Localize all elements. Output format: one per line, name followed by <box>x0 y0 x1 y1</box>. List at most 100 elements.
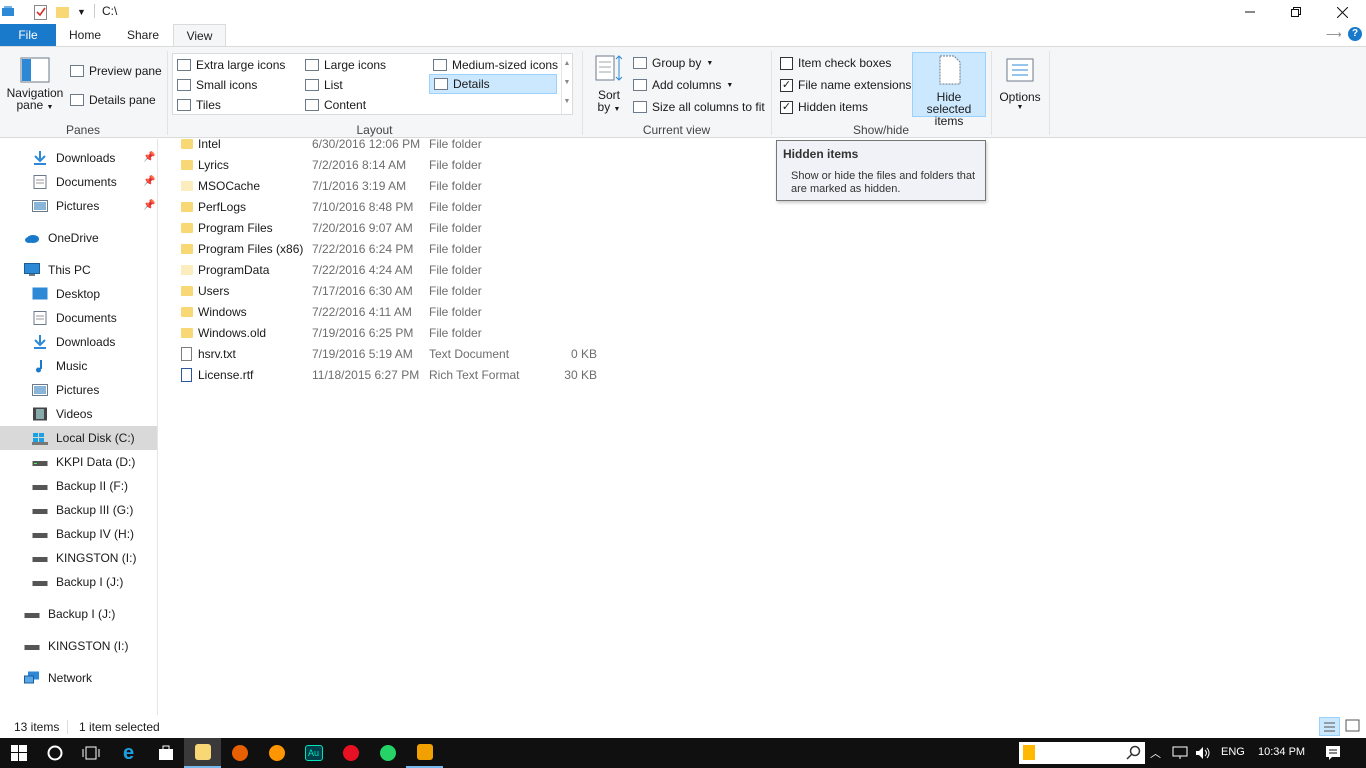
taskbar-media-player[interactable] <box>406 738 443 768</box>
customize-toolbar-icon[interactable]: ▼ <box>77 4 87 20</box>
search-input[interactable] <box>1019 742 1145 764</box>
file-row[interactable]: Program Files 7/20/2016 9:07 AM File folde… <box>176 218 606 239</box>
layout-tiles[interactable]: Tiles <box>177 98 221 112</box>
taskbar-edge[interactable]: e <box>110 738 147 768</box>
pin-icon[interactable]: 📌 <box>143 200 155 211</box>
minimize-button[interactable] <box>1227 0 1273 24</box>
nav-item-desktop[interactable]: Desktop <box>32 283 100 305</box>
nav-item-videos[interactable]: Videos <box>32 403 92 425</box>
options-button[interactable]: Options ▼ <box>996 52 1044 117</box>
layout-scroll[interactable]: ▲ ▼ ▼ <box>561 54 572 114</box>
layout-medium-icons[interactable]: Medium-sized icons <box>433 58 558 72</box>
show-hidden-icons-icon[interactable]: ︿ <box>1150 745 1161 761</box>
nav-item-network[interactable]: Network <box>24 667 92 689</box>
layout-small-icons[interactable]: Small icons <box>177 78 257 92</box>
item-check-boxes-checkbox[interactable]: Item check boxes <box>780 56 891 70</box>
file-row[interactable]: Program Files (x86) 7/22/2016 6:24 PM File… <box>176 239 606 260</box>
nav-item-drive-i[interactable]: KINGSTON (I:) <box>32 547 136 569</box>
preview-pane-button[interactable]: Preview pane <box>70 64 162 78</box>
file-row[interactable]: Users 7/17/2016 6:30 AM File folder <box>176 281 606 302</box>
start-button[interactable] <box>0 738 37 768</box>
nav-item-downloads-quick[interactable]: Downloads <box>32 147 115 169</box>
search-icon <box>1126 745 1141 760</box>
volume-icon[interactable] <box>1195 746 1211 760</box>
hidden-items-checkbox[interactable]: ✓ Hidden items <box>780 100 868 114</box>
file-name-extensions-checkbox[interactable]: ✓ File name extensions <box>780 78 911 92</box>
network-status-icon[interactable] <box>1172 746 1190 760</box>
file-row[interactable]: Windows.old 7/19/2016 6:25 PM File folder <box>176 323 606 344</box>
taskbar-whatsapp[interactable] <box>369 738 406 768</box>
taskbar-store[interactable] <box>147 738 184 768</box>
file-row[interactable]: MSOCache 7/1/2016 3:19 AM File folder <box>176 176 606 197</box>
layout-content[interactable]: Content <box>305 98 366 112</box>
language-indicator[interactable]: ENG <box>1221 746 1245 758</box>
add-columns-button[interactable]: Add columns ▼ <box>633 78 733 92</box>
pin-icon[interactable]: 📌 <box>143 152 155 163</box>
layout-details[interactable]: Details <box>429 74 557 94</box>
file-row[interactable]: ProgramData 7/22/2016 4:24 AM File folder <box>176 260 606 281</box>
layout-large-icons[interactable]: Large icons <box>305 58 386 72</box>
file-row[interactable]: hsrv.txt 7/19/2016 5:19 AM Text Document 0 … <box>176 344 606 365</box>
nav-item-documents-quick[interactable]: Documents <box>32 171 117 193</box>
nav-item-label: Backup I (J:) <box>56 575 124 589</box>
taskbar-firefox-dev[interactable] <box>258 738 295 768</box>
nav-item-this-pc[interactable]: This PC <box>24 259 91 281</box>
nav-item-label: KKPI Data (D:) <box>56 455 136 469</box>
details-pane-button[interactable]: Details pane <box>70 93 156 107</box>
nav-item-backup-j[interactable]: Backup I (J:) <box>24 603 115 625</box>
new-folder-icon[interactable] <box>56 4 70 20</box>
nav-item-local-disk-c[interactable]: Local Disk (C:) <box>32 427 135 449</box>
close-button[interactable] <box>1319 0 1365 24</box>
size-all-columns-button[interactable]: Size all columns to fit <box>633 100 765 114</box>
taskbar-firefox[interactable] <box>221 738 258 768</box>
tab-file[interactable]: File <box>0 24 56 46</box>
pin-ribbon-icon[interactable]: ⟶ <box>1326 28 1342 41</box>
windows-drive-icon <box>32 433 48 445</box>
large-icons-view-toggle[interactable] <box>1343 717 1364 736</box>
sort-by-button[interactable]: Sort by ▼ <box>592 53 626 117</box>
nav-item-kingston-i[interactable]: KINGSTON (I:) <box>24 635 128 657</box>
properties-icon[interactable] <box>34 4 48 20</box>
cortana-button[interactable] <box>36 738 73 768</box>
taskbar-file-explorer[interactable] <box>184 738 221 768</box>
layout-list[interactable]: List <box>305 78 343 92</box>
task-view-button[interactable] <box>72 738 109 768</box>
layout-extra-large-icons[interactable]: Extra large icons <box>177 58 285 72</box>
tab-home[interactable]: Home <box>60 24 110 46</box>
restore-button[interactable] <box>1273 0 1319 24</box>
taskbar-app[interactable] <box>332 738 369 768</box>
file-row[interactable]: PerfLogs 7/10/2016 8:48 PM File folder <box>176 197 606 218</box>
tab-view[interactable]: View <box>173 24 226 47</box>
pin-icon[interactable]: 📌 <box>143 176 155 187</box>
clock[interactable]: 10:34 PM <box>1258 746 1305 758</box>
nav-item-documents[interactable]: Documents <box>32 307 117 329</box>
nav-item-downloads[interactable]: Downloads <box>32 331 115 353</box>
file-row[interactable]: Lyrics 7/2/2016 8:14 AM File folder <box>176 155 606 176</box>
nav-item-onedrive[interactable]: OneDrive <box>24 227 99 249</box>
action-center-icon[interactable] <box>1325 745 1341 761</box>
group-by-button[interactable]: Group by ▼ <box>633 56 713 70</box>
word-document-icon <box>181 368 192 382</box>
details-view-toggle[interactable] <box>1319 717 1340 736</box>
drive-icon <box>32 485 48 490</box>
nav-item-label: Music <box>56 359 88 373</box>
nav-item-drive-h[interactable]: Backup IV (H:) <box>32 523 134 545</box>
nav-item-drive-f[interactable]: Backup II (F:) <box>32 475 128 497</box>
navigation-pane-button[interactable]: Navigation pane ▼ <box>6 51 64 119</box>
taskbar-audition[interactable]: Au <box>295 738 332 768</box>
hide-selected-items-button[interactable]: Hide selected items <box>912 52 986 127</box>
file-row[interactable]: Intel 6/30/2016 12:06 PM File folder <box>176 134 606 155</box>
nav-item-music[interactable]: Music <box>32 355 87 377</box>
nav-item-pictures-quick[interactable]: Pictures <box>32 195 99 217</box>
file-row[interactable]: License.rtf 11/18/2015 6:27 PM Rich Text F… <box>176 365 606 386</box>
navigation-pane: Downloads 📌 Documents 📌 Pictures 📌 OneDr… <box>0 139 158 715</box>
nav-item-drive-d[interactable]: KKPI Data (D:) <box>32 451 135 473</box>
file-row[interactable]: Windows 7/22/2016 4:11 AM File folder <box>176 302 606 323</box>
tab-share[interactable]: Share <box>118 24 168 46</box>
nav-item-pictures[interactable]: Pictures <box>32 379 99 401</box>
help-icon[interactable]: ? <box>1348 27 1362 41</box>
layout-option-label: Tiles <box>196 98 221 112</box>
nav-item-drive-g[interactable]: Backup III (G:) <box>32 499 133 521</box>
nav-item-drive-j[interactable]: Backup I (J:) <box>32 571 123 593</box>
explorer-app-icon[interactable] <box>2 4 14 20</box>
